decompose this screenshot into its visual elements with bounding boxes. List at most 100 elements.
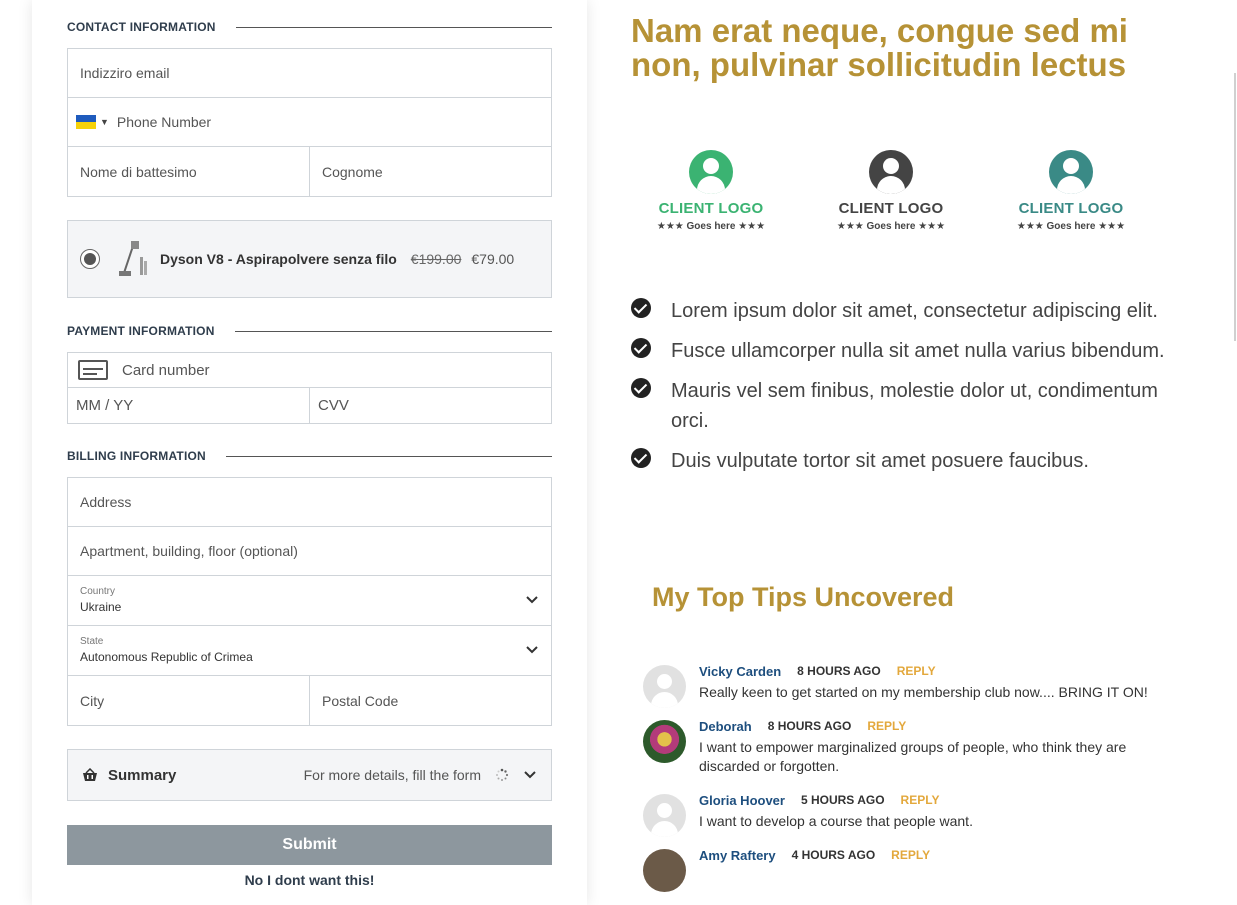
product-old-price: €199.00 [410, 251, 462, 267]
client-logos: CLIENT LOGO ★★★ Goes here ★★★ CLIENT LOG… [631, 150, 1151, 250]
apartment-field[interactable]: Apartment, building, floor (optional) [68, 527, 551, 576]
client-logo: CLIENT LOGO ★★★ Goes here ★★★ [991, 150, 1151, 250]
cvv-placeholder: CVV [318, 397, 349, 414]
comment-author[interactable]: Deborah [699, 719, 752, 734]
avatar [643, 849, 686, 892]
postal-code-field[interactable]: Postal Code [309, 676, 551, 725]
phone-placeholder: Phone Number [116, 114, 212, 130]
product-radio[interactable] [80, 249, 100, 269]
last-name-placeholder: Cognome [322, 163, 383, 180]
submit-button[interactable]: Submit [67, 825, 552, 865]
state-label: State [80, 636, 104, 647]
checkout-form: CONTACT INFORMATION Indizziro email ▼ Ph… [32, 0, 587, 905]
client-logo-name: CLIENT LOGO [658, 200, 764, 217]
check-circle-icon [631, 378, 651, 398]
reply-link[interactable]: REPLY [891, 848, 930, 862]
comment-author[interactable]: Amy Raftery [699, 848, 776, 863]
state-select[interactable]: State Autonomous Republic of Crimea [68, 626, 551, 676]
avatar [643, 794, 686, 837]
country-label: Country [80, 586, 116, 597]
country-value: Ukraine [80, 600, 122, 614]
benefit-text: Fusce ullamcorper nulla sit amet nulla v… [671, 340, 1165, 362]
client-logo-tagline: ★★★ Goes here ★★★ [656, 221, 766, 232]
credit-card-icon [78, 360, 108, 380]
client-logo-tagline: ★★★ Goes here ★★★ [1016, 221, 1126, 232]
reply-link[interactable]: REPLY [897, 664, 936, 678]
tips-title: My Top Tips Uncovered [652, 582, 955, 612]
state-value: Autonomous Republic of Crimea [80, 650, 253, 664]
comment-text: I want to develop a course that people w… [699, 813, 973, 829]
payment-section-title: PAYMENT INFORMATION [67, 324, 552, 338]
comment-time: 8 HOURS AGO [797, 664, 881, 678]
comment-author[interactable]: Vicky Carden [699, 664, 781, 679]
expiry-placeholder: MM / YY [76, 397, 134, 414]
divider [225, 455, 552, 457]
comment: Amy Raftery 4 HOURS AGO REPLY [643, 844, 1183, 892]
card-number-field[interactable]: Card number [68, 353, 551, 388]
reply-link[interactable]: REPLY [901, 793, 940, 807]
decline-offer-link[interactable]: No I dont want this! [67, 872, 552, 888]
contact-section-title: CONTACT INFORMATION [67, 20, 552, 34]
chevron-down-icon [524, 771, 536, 779]
product-new-price: €79.00 [471, 251, 515, 267]
email-placeholder: Indizziro email [80, 65, 170, 81]
billing-fields: Address Apartment, building, floor (opti… [67, 477, 552, 726]
client-logo: CLIENT LOGO ★★★ Goes here ★★★ [811, 150, 971, 250]
country-select[interactable]: Country Ukraine [68, 576, 551, 626]
scrollbar[interactable] [1234, 73, 1236, 341]
vacuum-product-image [119, 241, 147, 276]
check-circle-icon [631, 338, 651, 358]
benefit-text: Duis vulputate tortor sit amet posuere f… [671, 450, 1089, 472]
order-summary-toggle[interactable]: Summary For more details, fill the form [67, 749, 552, 801]
comments-list: Vicky Carden 8 HOURS AGO REPLY Really keen… [643, 660, 1183, 892]
client-logo: CLIENT LOGO ★★★ Goes here ★★★ [631, 150, 791, 250]
billing-section-title: BILLING INFORMATION [67, 449, 552, 463]
city-field[interactable]: City [68, 676, 309, 725]
page: CONTACT INFORMATION Indizziro email ▼ Ph… [0, 0, 1237, 905]
check-circle-icon [631, 298, 651, 318]
expiry-field[interactable]: MM / YY [68, 388, 309, 423]
client-logo-name: CLIENT LOGO [1018, 200, 1124, 217]
client-logo-tagline: ★★★ Goes here ★★★ [836, 221, 946, 232]
comment-text: I want to empower marginalized groups of… [699, 739, 1127, 774]
comment-time: 4 HOURS AGO [791, 848, 876, 862]
benefit-list: Lorem ipsum dolor sit amet, consectetur … [631, 296, 1191, 486]
ukraine-flag-icon[interactable] [76, 115, 96, 129]
benefit-text: Lorem ipsum dolor sit amet, consectetur … [671, 300, 1158, 322]
comment: Vicky Carden 8 HOURS AGO REPLY Really keen… [643, 660, 1183, 708]
list-item: Duis vulputate tortor sit amet posuere f… [631, 446, 1191, 476]
user-icon [869, 150, 913, 194]
comment-time: 5 HOURS AGO [800, 793, 885, 807]
address-placeholder: Address [80, 494, 132, 510]
client-logo-name: CLIENT LOGO [838, 200, 944, 217]
loading-spinner-icon [496, 768, 509, 781]
comment-author[interactable]: Gloria Hoover [699, 793, 785, 808]
comment-text: Really keen to get started on my members… [699, 684, 1148, 700]
basket-icon [83, 768, 97, 781]
list-item: Mauris vel sem finibus, molestie dolor u… [631, 376, 1191, 436]
product-name: Dyson V8 - Aspirapolvere senza filo [160, 251, 397, 267]
first-name-field[interactable]: Nome di battesimo [68, 147, 309, 196]
phone-field[interactable]: ▼ Phone Number [68, 98, 551, 147]
reply-link[interactable]: REPLY [867, 719, 906, 733]
comment: Deborah 8 HOURS AGO REPLY I want to empowe… [643, 715, 1183, 776]
comment-time: 8 HOURS AGO [767, 719, 852, 733]
avatar [643, 720, 686, 763]
name-row: Nome di battesimo Cognome [68, 147, 551, 196]
address-field[interactable]: Address [68, 478, 551, 527]
city-postal-row: City Postal Code [68, 676, 551, 725]
city-placeholder: City [80, 692, 105, 709]
card-expiry-cvv-row: MM / YY CVV [68, 388, 551, 423]
divider [235, 26, 552, 28]
country-code-caret-icon[interactable]: ▼ [100, 117, 109, 127]
email-field[interactable]: Indizziro email [68, 49, 551, 98]
card-number-placeholder: Card number [122, 361, 210, 379]
cvv-field[interactable]: CVV [309, 388, 551, 423]
comment: Gloria Hoover 5 HOURS AGO REPLY I want to … [643, 789, 1183, 837]
list-item: Fusce ullamcorper nulla sit amet nulla v… [631, 336, 1191, 366]
user-icon [689, 150, 733, 194]
check-circle-icon [631, 448, 651, 468]
last-name-field[interactable]: Cognome [309, 147, 551, 196]
list-item: Lorem ipsum dolor sit amet, consectetur … [631, 296, 1191, 326]
product-option[interactable]: Dyson V8 - Aspirapolvere senza filo €199… [67, 220, 552, 298]
